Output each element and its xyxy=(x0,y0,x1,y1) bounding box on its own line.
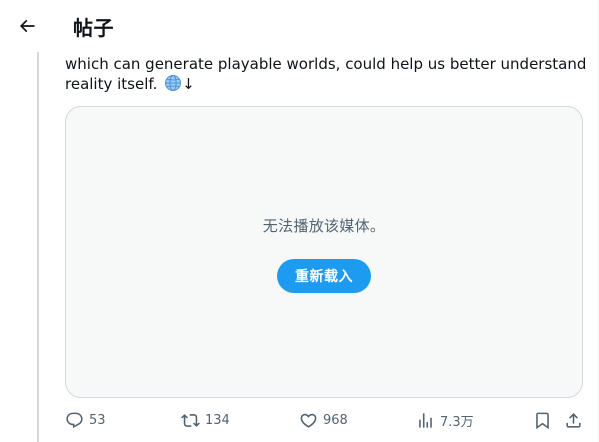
arrow-left-icon xyxy=(19,19,35,33)
reload-button[interactable]: 重新载入 xyxy=(277,259,371,293)
share-upload-icon xyxy=(566,412,581,428)
media-error-message: 无法播放该媒体。 xyxy=(262,217,386,235)
repost-count: 134 xyxy=(205,412,230,428)
reply-button[interactable]: 53 xyxy=(65,408,106,432)
post-page: 帖子 which can generate playable worlds, c… xyxy=(0,0,599,442)
globe-icon xyxy=(165,75,182,91)
tweet-action-bar: 53 134 968 7.3万 xyxy=(0,408,599,432)
back-button[interactable] xyxy=(9,8,45,44)
media-player-card: 无法播放该媒体。 重新载入 xyxy=(65,106,583,398)
repost-icon xyxy=(181,413,200,427)
like-count: 968 xyxy=(323,412,348,428)
heart-icon xyxy=(300,413,317,428)
view-count: 7.3万 xyxy=(440,414,474,430)
share-button[interactable] xyxy=(564,408,583,432)
views-button[interactable]: 7.3万 xyxy=(416,408,474,432)
reply-icon xyxy=(66,412,83,428)
tweet-text-line-1: which can generate playable worlds, coul… xyxy=(65,55,587,73)
repost-button[interactable]: 134 xyxy=(181,408,230,432)
page-header: 帖子 xyxy=(0,0,585,52)
tweet-text-line-2-body: reality itself. xyxy=(65,75,163,93)
analytics-bar-icon xyxy=(419,412,432,428)
bookmark-button[interactable] xyxy=(533,408,552,432)
thread-connector-line xyxy=(37,48,39,442)
tweet-text-line-2: reality itself. ↓ xyxy=(65,74,565,94)
page-title: 帖子 xyxy=(73,15,114,40)
bookmark-icon xyxy=(536,412,549,429)
tweet-text: which can generate playable worlds, coul… xyxy=(65,54,587,94)
down-arrow-glyph: ↓ xyxy=(182,75,195,93)
reply-count: 53 xyxy=(89,412,106,428)
like-button[interactable]: 968 xyxy=(299,408,348,432)
